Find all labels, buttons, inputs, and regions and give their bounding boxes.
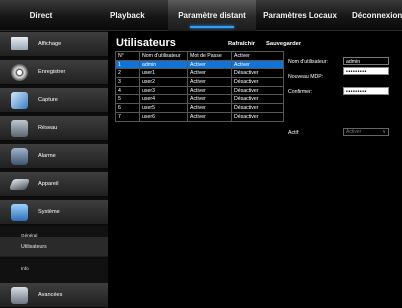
table-cell: user1 (139, 68, 188, 79)
table-cell: Désactiver (231, 68, 284, 79)
page-title: Utilisateurs (116, 37, 176, 49)
sidebar-item-enregistrer[interactable]: Enregistrer (0, 60, 108, 85)
table-cell: Désactiver (231, 111, 284, 122)
top-navigation: Direct Playback Paramètre distant Paramè… (0, 0, 402, 31)
hard-drive-icon (8, 179, 31, 190)
table-row[interactable]: 6 user5 Activer Désactiver (115, 103, 284, 113)
main-panel: Utilisateurs Rafraîchir Sauvegarder N° N… (108, 31, 402, 308)
table-cell: Désactiver (231, 77, 284, 87)
confirm-password-label: Confirmer: (288, 89, 313, 95)
new-password-label: Nouveau MDP: (288, 74, 324, 80)
table-row[interactable]: 7 user6 Activer Désactiver (115, 111, 284, 122)
tab-parametre-distant[interactable]: Paramètre distant (168, 0, 256, 31)
table-cell: admin (139, 59, 188, 70)
confirm-password-field[interactable]: ••••••••• (343, 87, 389, 95)
sidebar-item-reseau[interactable]: Réseau (0, 116, 108, 141)
table-cell: 1 (115, 59, 140, 70)
sidebar-item-avancees[interactable]: Avancées (0, 283, 108, 308)
table-cell: 2 (115, 68, 140, 79)
column-header: Activer (231, 51, 284, 61)
table-row[interactable]: 3 user2 Activer Désactiver (115, 77, 284, 87)
table-row[interactable]: 2 user1 Activer Désactiver (115, 68, 284, 79)
film-reel-icon (11, 64, 28, 81)
table-cell: user5 (139, 103, 188, 113)
table-cell: Désactiver (231, 103, 284, 113)
active-select[interactable]: Activer ∨ (343, 128, 389, 136)
table-cell: Activer (231, 59, 284, 70)
table-cell: Activer (187, 85, 232, 96)
save-button[interactable]: Sauvegarder (266, 41, 301, 47)
sidebar-item-label: Réseau (38, 125, 58, 131)
table-row[interactable]: 1 admin Activer Activer (115, 59, 284, 70)
table-cell: 7 (115, 111, 140, 122)
sidebar-item-label: Capture (38, 97, 58, 103)
sidebar-item-label: Enregistrer (38, 69, 66, 75)
sidebar-item-affichage[interactable]: Affichage (0, 32, 108, 57)
sidebar-item-label: Appareil (38, 181, 59, 187)
table-cell: user4 (139, 94, 188, 105)
users-table: N° Nom d'utilisateur Mot de Passe Active… (115, 51, 284, 122)
sidebar-item-alarme[interactable]: Alarme (0, 144, 108, 169)
sidebar-subitem-utilisateurs[interactable]: Utilisateurs (0, 237, 108, 257)
table-cell: Activer (187, 77, 232, 87)
tab-parametres-locaux[interactable]: Paramètres Locaux (256, 0, 344, 31)
column-header: N° (115, 51, 140, 61)
capture-icon (11, 92, 28, 109)
sidebar-subitem-info[interactable]: Info (0, 259, 108, 279)
sidebar-item-systeme[interactable]: Système (0, 200, 108, 225)
refresh-button[interactable]: Rafraîchir (228, 41, 255, 47)
table-cell: Désactiver (231, 94, 284, 105)
active-select-value: Activer (346, 129, 362, 135)
sidebar-item-label: Affichage (38, 41, 62, 47)
table-cell: 3 (115, 77, 140, 87)
new-password-field[interactable]: ••••••••• (343, 67, 389, 75)
alarm-icon (11, 148, 28, 165)
sidebar-item-appareil[interactable]: Appareil (0, 172, 108, 197)
column-header: Mot de Passe (187, 51, 232, 61)
tab-playback[interactable]: Playback (82, 0, 168, 31)
column-header: Nom d'utilisateur (139, 51, 188, 61)
chevron-down-icon: ∨ (382, 129, 386, 135)
advanced-icon (11, 287, 28, 304)
table-row[interactable]: 4 user3 Activer Désactiver (115, 85, 284, 96)
username-label: Nom d'utilisateur: (288, 59, 328, 65)
table-cell: 6 (115, 103, 140, 113)
sidebar-item-label: Avancées (38, 292, 63, 298)
monitor-icon (11, 37, 28, 50)
table-cell: Activer (187, 103, 232, 113)
table-cell: 5 (115, 94, 140, 105)
table-cell: Activer (187, 94, 232, 105)
table-cell: Activer (187, 111, 232, 122)
sidebar-item-capture[interactable]: Capture (0, 88, 108, 113)
sidebar-item-label: Alarme (38, 153, 56, 159)
sidebar-item-label: Système (38, 209, 60, 215)
system-icon (11, 204, 28, 221)
sidebar: Affichage Enregistrer Capture Réseau Ala… (0, 31, 108, 308)
network-icon (11, 120, 28, 137)
username-field[interactable]: admin (343, 57, 389, 65)
table-cell: Activer (187, 68, 232, 79)
table-cell: user6 (139, 111, 188, 122)
table-header-row: N° Nom d'utilisateur Mot de Passe Active… (115, 51, 284, 61)
table-row[interactable]: 5 user4 Activer Désactiver (115, 94, 284, 105)
table-cell: user2 (139, 77, 188, 87)
active-label: Actif: (288, 130, 300, 136)
table-cell: Désactiver (231, 85, 284, 96)
table-cell: Activer (187, 59, 232, 70)
tab-deconnexion[interactable]: Déconnexion (344, 0, 402, 31)
table-cell: user3 (139, 85, 188, 96)
table-cell: 4 (115, 85, 140, 96)
tab-direct[interactable]: Direct (0, 0, 82, 31)
